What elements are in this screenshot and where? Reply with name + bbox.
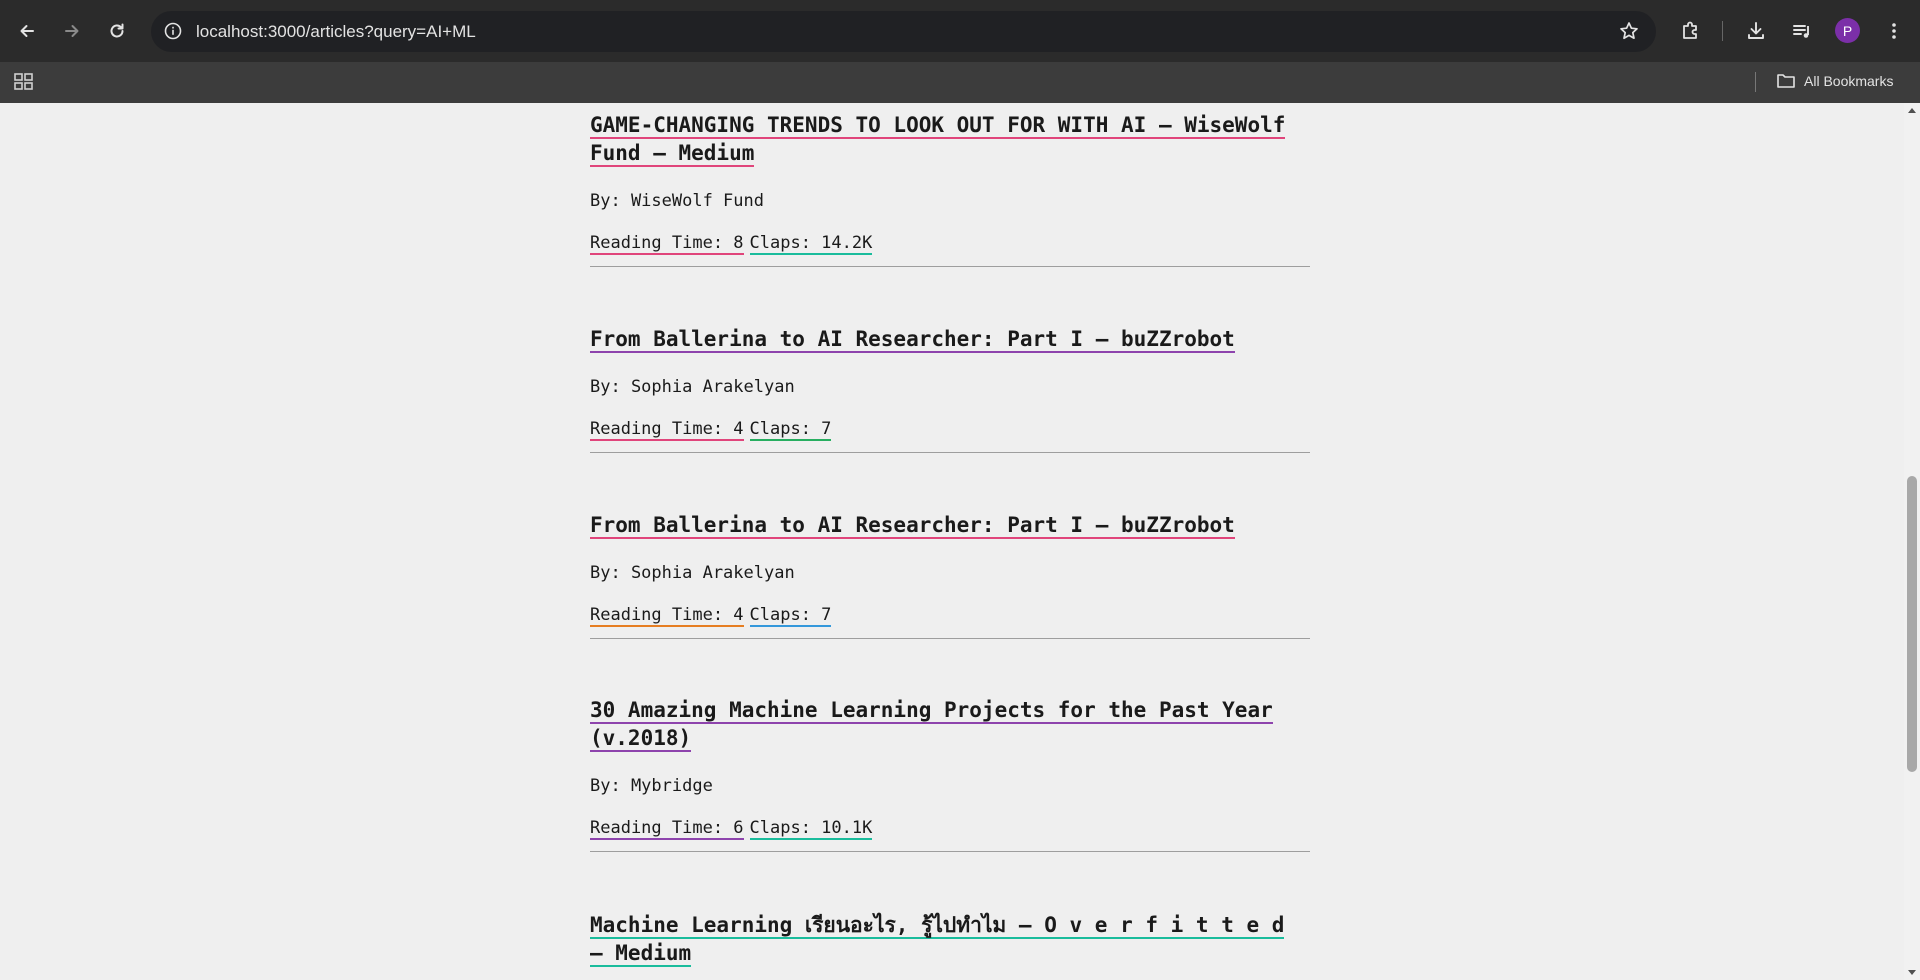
address-bar[interactable]: localhost:3000/articles?query=AI+ML [151,11,1656,52]
puzzle-icon [1683,21,1697,39]
article-stats: Reading Time: 4 Claps: 7 [590,419,837,441]
download-icon [1748,22,1764,39]
scroll-up-arrow-icon[interactable] [1908,108,1916,113]
article-title-link[interactable]: GAME-CHANGING TRENDS TO LOOK OUT FOR WIT… [590,111,1300,167]
reload-icon [110,23,124,38]
article-item: Machine Learning เรียนอะไร, รู้ไปทำไม – … [590,911,1310,967]
article-divider [590,266,1310,267]
reading-time-link[interactable]: Reading Time: 6 [590,818,744,840]
apps-grid-icon[interactable] [12,70,36,94]
back-button[interactable] [9,13,45,49]
folder-icon [1777,74,1795,88]
media-controls-button[interactable] [1784,13,1820,49]
article-stats: Reading Time: 8 Claps: 14.2K [590,233,878,255]
article-title-link[interactable]: 30 Amazing Machine Learning Projects for… [590,696,1300,752]
article-item: 30 Amazing Machine Learning Projects for… [590,696,1310,852]
toolbar-separator [1722,21,1723,41]
article-stats: Reading Time: 6 Claps: 10.1K [590,818,878,840]
forward-button[interactable] [54,13,90,49]
bookmarks-bar: All Bookmarks [0,62,1920,103]
browser-chrome: localhost:3000/articles?query=AI+ML P Al… [0,0,1920,103]
bookmark-star-icon[interactable] [1618,20,1640,47]
article-item: From Ballerina to AI Researcher: Part I … [590,325,1310,453]
article-author: By: Sophia Arakelyan [590,563,795,583]
article-divider [590,452,1310,453]
downloads-button[interactable] [1738,13,1774,49]
scroll-down-arrow-icon[interactable] [1908,970,1916,975]
article-item: GAME-CHANGING TRENDS TO LOOK OUT FOR WIT… [590,111,1310,267]
extensions-button[interactable] [1673,13,1709,49]
claps-link[interactable]: Claps: 7 [749,419,832,441]
article-author: By: Mybridge [590,776,713,796]
article-title-link[interactable]: From Ballerina to AI Researcher: Part I … [590,325,1300,353]
claps-link[interactable]: Claps: 7 [749,605,832,627]
reading-time-link[interactable]: Reading Time: 4 [590,419,744,441]
more-vert-icon [1892,23,1896,39]
article-divider [590,851,1310,852]
scrollbar-thumb[interactable] [1907,476,1917,772]
article-divider [590,638,1310,639]
site-info-icon[interactable] [161,19,185,43]
article-title-link[interactable]: Machine Learning เรียนอะไร, รู้ไปทำไม – … [590,911,1300,967]
forward-arrow-icon [65,25,79,37]
url-text[interactable]: localhost:3000/articles?query=AI+ML [196,22,476,42]
menu-button[interactable] [1876,13,1912,49]
page-content: GAME-CHANGING TRENDS TO LOOK OUT FOR WIT… [0,103,1904,980]
article-author: By: WiseWolf Fund [590,191,764,211]
profile-avatar[interactable]: P [1835,18,1860,43]
claps-link[interactable]: Claps: 10.1K [749,818,873,840]
all-bookmarks-button[interactable]: All Bookmarks [1776,72,1893,90]
article-title-link[interactable]: From Ballerina to AI Researcher: Part I … [590,511,1300,539]
reload-button[interactable] [99,13,135,49]
claps-link[interactable]: Claps: 14.2K [749,233,873,255]
queue-music-icon [1793,25,1809,38]
reading-time-link[interactable]: Reading Time: 4 [590,605,744,627]
article-item: From Ballerina to AI Researcher: Part I … [590,511,1310,639]
article-author: By: Sophia Arakelyan [590,377,795,397]
article-stats: Reading Time: 4 Claps: 7 [590,605,837,627]
page-scrollbar[interactable] [1904,103,1920,980]
bookmarks-separator [1755,72,1756,92]
back-arrow-icon [20,25,34,37]
all-bookmarks-label: All Bookmarks [1804,73,1894,89]
browser-toolbar: localhost:3000/articles?query=AI+ML P [0,0,1920,62]
reading-time-link[interactable]: Reading Time: 8 [590,233,744,255]
